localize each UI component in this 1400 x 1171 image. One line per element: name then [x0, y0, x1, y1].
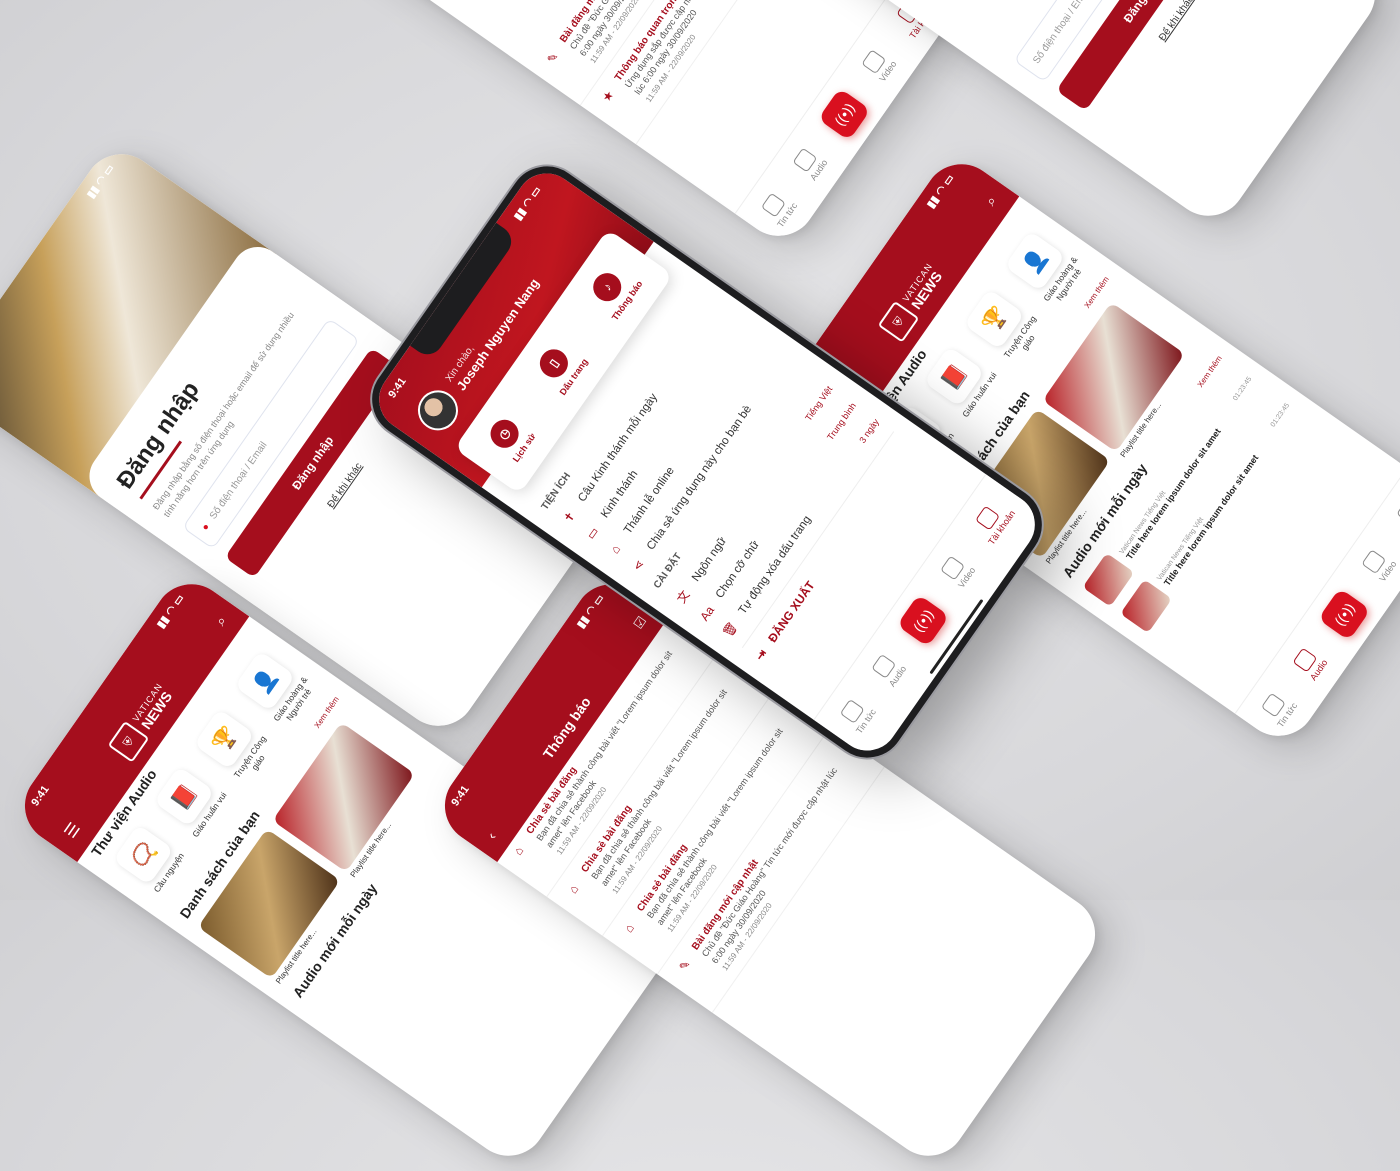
- share-icon: ⌂: [621, 920, 637, 935]
- track-duration: 01:23:45: [1269, 401, 1291, 429]
- share-icon: ⋖: [629, 557, 647, 574]
- nav-audio[interactable]: Audio: [869, 652, 908, 688]
- nav-account[interactable]: Tài khoản: [1390, 490, 1400, 540]
- nav-news[interactable]: Tin tức: [836, 695, 878, 735]
- notification-button[interactable]: ♪ Thông báo: [582, 260, 644, 322]
- bookmark-button[interactable]: ▯ Dấu trang: [530, 338, 589, 397]
- search-icon[interactable]: ⌕: [982, 193, 1000, 209]
- nav-news[interactable]: Tin tức: [758, 189, 799, 229]
- live-button[interactable]: ((•)): [896, 594, 950, 647]
- user-icon: ●: [199, 521, 213, 533]
- search-icon[interactable]: ⌕: [212, 613, 230, 629]
- nav-video[interactable]: Video: [860, 47, 898, 83]
- trash-icon: 🗑: [719, 619, 741, 640]
- nav-audio[interactable]: Audio: [790, 145, 829, 182]
- nav-audio[interactable]: Audio: [1290, 645, 1329, 682]
- menu-value: 3 ngày: [857, 416, 882, 445]
- share-icon: ⌂: [510, 843, 527, 858]
- history-button[interactable]: ◷ Lịch sử: [483, 412, 537, 464]
- live-button[interactable]: ((•)): [817, 87, 871, 141]
- mark-read-icon[interactable]: ☑: [630, 613, 650, 632]
- font-size-icon: Aa: [697, 603, 718, 624]
- church-icon: ⌂: [607, 542, 624, 557]
- menu-icon[interactable]: ☰: [60, 819, 85, 842]
- star-icon: ★: [599, 87, 618, 105]
- back-icon[interactable]: ‹: [483, 829, 499, 842]
- bottom-nav: Tin tức Audio ((•)) Video Tài khoản: [1234, 467, 1400, 751]
- nav-video[interactable]: Video: [1360, 547, 1398, 583]
- nav-account[interactable]: Tài khoản: [969, 496, 1017, 546]
- nav-video[interactable]: Video: [938, 553, 977, 589]
- track-duration: 01:23:45: [1231, 375, 1253, 402]
- nav-news[interactable]: Tin tức: [1258, 689, 1299, 729]
- seal-icon: ⛨: [107, 720, 150, 763]
- edit-icon: ✎: [676, 957, 694, 974]
- share-icon: ✎: [544, 49, 562, 67]
- live-button[interactable]: ((•)): [1317, 587, 1371, 641]
- user-icon: [1395, 498, 1400, 524]
- translate-icon: 文: [674, 587, 693, 606]
- logout-icon: ⇥: [752, 646, 770, 664]
- seal-icon: ⛨: [877, 300, 920, 343]
- book-icon: ▭: [583, 524, 602, 542]
- cross-icon: ✝: [560, 508, 579, 526]
- share-icon: ⌂: [565, 882, 582, 897]
